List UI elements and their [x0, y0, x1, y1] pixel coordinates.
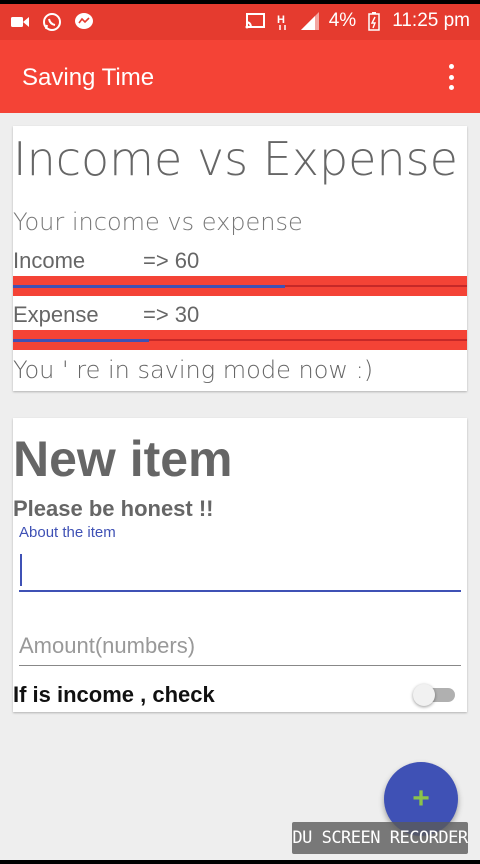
new-item-card: New item Please be honest !! About the i…: [13, 418, 467, 712]
text-cursor: [20, 554, 22, 586]
saving-mode-status: You ' re in saving mode now :): [13, 356, 374, 384]
signal-bars-icon: [300, 11, 321, 31]
card-subtitle: Your income vs expense: [13, 208, 303, 236]
messenger-icon: [74, 12, 94, 32]
clock: 11:25 pm: [392, 10, 470, 31]
amount-input[interactable]: [19, 626, 461, 666]
card-title: Income vs Expense: [13, 132, 458, 186]
income-check-label: If is income , check: [13, 682, 215, 707]
screen: H 4% 11:25 pm Saving Time Income vs Expe…: [0, 4, 480, 860]
income-label: Income: [13, 248, 86, 273]
expense-row: Expense => 30: [13, 302, 199, 328]
income-expense-card: Income vs Expense Your income vs expense…: [13, 126, 467, 391]
overflow-menu-icon[interactable]: [442, 64, 460, 90]
app-title: Saving Time: [22, 64, 155, 91]
whatsapp-icon: [42, 12, 62, 32]
income-toggle[interactable]: [413, 684, 455, 706]
expense-value: => 30: [143, 302, 200, 327]
app-bar: Saving Time: [0, 40, 480, 113]
expense-progress-fill: [13, 339, 150, 342]
about-item-input[interactable]: [19, 548, 461, 592]
expense-progress-bar: [13, 330, 467, 350]
income-row: Income => 60: [13, 248, 199, 274]
income-progress-fill: [13, 285, 286, 288]
battery-icon: [364, 11, 384, 31]
screen-recorder-watermark: DU SCREEN RECORDER: [292, 822, 468, 854]
about-item-label: About the item: [19, 524, 116, 541]
new-item-subtitle: Please be honest !!: [13, 496, 214, 521]
plus-icon: +: [412, 782, 430, 815]
battery-percent: 4%: [328, 10, 357, 31]
video-camera-icon: [10, 12, 30, 32]
svg-text:H: H: [277, 14, 285, 26]
new-item-title: New item: [13, 431, 233, 487]
expense-label: Expense: [13, 302, 99, 327]
signal-h-icon: H: [273, 11, 293, 31]
income-progress-bar: [13, 276, 467, 296]
income-value: => 60: [143, 248, 200, 273]
cast-icon: [245, 11, 265, 31]
status-bar: H 4% 11:25 pm: [0, 4, 480, 40]
